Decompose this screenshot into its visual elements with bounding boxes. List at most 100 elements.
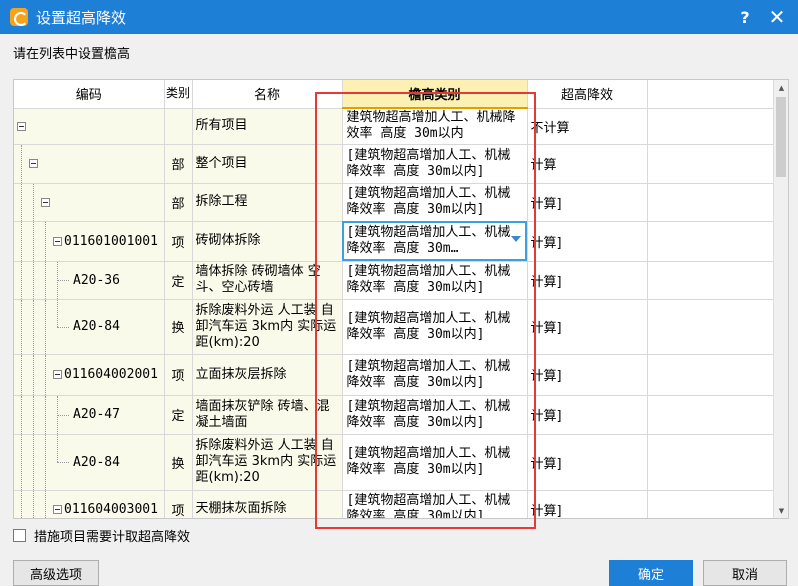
table-row[interactable]: 部 拆除工程 [建筑物超高增加人工、机械降效率 高度 30m以内] 计算]	[14, 183, 774, 222]
tree-line	[57, 280, 69, 281]
row-type-cell[interactable]: 项	[164, 490, 193, 518]
table-row[interactable]: 所有项目 建筑物超高增加人工、机械降效率 高度 30m以内 不计算	[14, 108, 774, 145]
scroll-up-icon[interactable]: ▲	[774, 80, 788, 95]
row-code-cell[interactable]	[14, 144, 165, 184]
row-blank-cell	[647, 434, 774, 491]
row-name-cell[interactable]: 拆除工程	[192, 183, 343, 222]
row-code-cell[interactable]: 011604003001	[14, 490, 165, 518]
row-blank-cell	[647, 299, 774, 355]
tree-line	[45, 434, 46, 489]
row-code-cell[interactable]: A20-36	[14, 261, 165, 300]
row-code-cell[interactable]: A20-84	[14, 434, 165, 491]
col-header-effect[interactable]: 超高降效	[527, 80, 648, 109]
table-row[interactable]: 011601001001 项 砖砌体拆除 [建筑物超高增加人工、机械降效率 高度…	[14, 221, 774, 262]
row-effect-cell[interactable]: 计算]	[527, 395, 648, 435]
help-button[interactable]: ?	[730, 0, 760, 34]
row-type-cell[interactable]: 换	[164, 434, 193, 491]
row-effect-cell[interactable]: 计算]	[527, 221, 648, 262]
measure-items-option[interactable]: 措施项目需要计取超高降效	[13, 526, 190, 545]
tree-line	[21, 261, 22, 298]
tree-line	[45, 354, 46, 394]
row-type-cell[interactable]: 定	[164, 261, 193, 300]
row-effect-cell[interactable]: 不计算	[527, 108, 648, 145]
tree-line	[45, 221, 46, 260]
table-row[interactable]: 011604003001 项 天棚抹灰面拆除 [建筑物超高增加人工、机械降效率 …	[14, 490, 774, 518]
tree-line	[21, 183, 22, 220]
row-type-cell[interactable]: 部	[164, 183, 193, 222]
collapse-toggle-icon[interactable]	[17, 121, 26, 131]
row-code-cell[interactable]: A20-47	[14, 395, 165, 435]
table-row[interactable]: A20-36 定 墙体拆除 砖砌墙体 空斗、空心砖墙 [建筑物超高增加人工、机械…	[14, 261, 774, 300]
row-name-cell[interactable]: 天棚抹灰面拆除	[192, 490, 343, 518]
table-row[interactable]: A20-84 换 拆除废料外运 人工装 自卸汽车运 3km内 实际运距(km):…	[14, 434, 774, 491]
row-name-cell[interactable]: 所有项目	[192, 108, 343, 145]
row-type-cell[interactable]: 项	[164, 221, 193, 262]
row-type-cell[interactable]	[164, 108, 193, 145]
tree-line	[45, 490, 46, 518]
row-type-cell[interactable]: 项	[164, 354, 193, 396]
row-code-cell[interactable]: A20-84	[14, 299, 165, 355]
row-code-cell[interactable]	[14, 108, 165, 145]
row-name-cell[interactable]: 整个项目	[192, 144, 343, 184]
row-category-cell[interactable]: [建筑物超高增加人工、机械降效率 高度 30m以内]	[342, 490, 528, 518]
eaves-height-grid: 编码 类别 名称 檐高类别 超高降效 所有项目 建筑物超高增加人工、机械降效率 …	[13, 79, 789, 519]
row-effect-cell[interactable]: 计算]	[527, 261, 648, 300]
table-row[interactable]: A20-84 换 拆除废料外运 人工装 自卸汽车运 3km内 实际运距(km):…	[14, 299, 774, 355]
collapse-toggle-icon[interactable]	[53, 370, 62, 379]
measure-items-checkbox[interactable]	[13, 529, 26, 542]
col-header-name[interactable]: 名称	[192, 80, 343, 109]
row-type-cell[interactable]: 部	[164, 144, 193, 184]
collapse-toggle-icon[interactable]	[29, 159, 38, 168]
table-row[interactable]: 011604002001 项 立面抹灰层拆除 [建筑物超高增加人工、机械降效率 …	[14, 354, 774, 396]
row-type-cell[interactable]: 定	[164, 395, 193, 435]
row-code-cell[interactable]: 011604002001	[14, 354, 165, 396]
row-name-cell[interactable]: 墙体拆除 砖砌墙体 空斗、空心砖墙	[192, 261, 343, 300]
table-row[interactable]: A20-47 定 墙面抹灰铲除 砖墙、混凝土墙面 [建筑物超高增加人工、机械降效…	[14, 395, 774, 435]
collapse-toggle-icon[interactable]	[41, 197, 50, 207]
row-effect-cell[interactable]: 计算]	[527, 183, 648, 222]
row-effect-cell[interactable]: 计算]	[527, 354, 648, 396]
col-header-category[interactable]: 檐高类别	[342, 80, 528, 109]
tree-line	[33, 395, 34, 433]
tree-line	[21, 354, 22, 394]
row-effect-cell[interactable]: 计算]	[527, 434, 648, 491]
row-category-cell[interactable]: [建筑物超高增加人工、机械降效率 高度 30m以内]	[342, 261, 528, 300]
row-blank-cell	[647, 183, 774, 222]
advanced-options-button[interactable]: 高级选项	[13, 560, 99, 586]
row-blank-cell	[647, 108, 774, 145]
row-code-cell[interactable]	[14, 183, 165, 222]
row-name-cell[interactable]: 拆除废料外运 人工装 自卸汽车运 3km内 实际运距(km):20	[192, 299, 343, 355]
row-category-cell[interactable]: 建筑物超高增加人工、机械降效率 高度 30m以内	[342, 108, 528, 145]
row-name-cell[interactable]: 立面抹灰层拆除	[192, 354, 343, 396]
scroll-down-icon[interactable]: ▼	[774, 503, 788, 518]
scroll-thumb[interactable]	[776, 97, 786, 177]
row-effect-cell[interactable]: 计算	[527, 144, 648, 184]
row-category-cell[interactable]: [建筑物超高增加人工、机械降效率 高度 30m以内]	[342, 299, 528, 355]
row-type-cell[interactable]: 换	[164, 299, 193, 355]
row-effect-cell[interactable]: 计算]	[527, 490, 648, 518]
row-name-cell[interactable]: 墙面抹灰铲除 砖墙、混凝土墙面	[192, 395, 343, 435]
col-header-code[interactable]: 编码	[14, 80, 165, 109]
vertical-scrollbar[interactable]: ▲ ▼	[773, 80, 788, 518]
row-category-cell[interactable]: [建筑物超高增加人工、机械降效率 高度 30m以内]	[342, 183, 528, 222]
row-category-cell[interactable]: [建筑物超高增加人工、机械降效率 高度 30m以内]	[342, 144, 528, 184]
tree-line	[33, 354, 34, 394]
row-category-cell[interactable]: [建筑物超高增加人工、机械降效率 高度 30m以内]	[342, 434, 528, 491]
chevron-down-icon[interactable]	[510, 235, 521, 242]
table-row[interactable]: 部 整个项目 [建筑物超高增加人工、机械降效率 高度 30m以内] 计算	[14, 144, 774, 184]
collapse-toggle-icon[interactable]	[53, 236, 62, 246]
row-effect-cell[interactable]: 计算]	[527, 299, 648, 355]
row-code-cell[interactable]: 011601001001	[14, 221, 165, 262]
col-header-type[interactable]: 类别	[164, 80, 193, 109]
ok-button[interactable]: 确定	[609, 560, 693, 586]
row-name-cell[interactable]: 砖砌体拆除	[192, 221, 343, 262]
row-category-cell[interactable]: [建筑物超高增加人工、机械降效率 高度 30m以内]	[342, 354, 528, 396]
tree-line	[21, 395, 22, 433]
collapse-toggle-icon[interactable]	[53, 504, 62, 514]
row-name-cell[interactable]: 拆除废料外运 人工装 自卸汽车运 3km内 实际运距(km):20	[192, 434, 343, 491]
cancel-button[interactable]: 取消	[703, 560, 787, 586]
category-dropdown[interactable]: [建筑物超高增加人工、机械降效率 高度 30m…	[342, 221, 528, 262]
tree-line	[33, 183, 34, 220]
row-category-cell[interactable]: [建筑物超高增加人工、机械降效率 高度 30m以内]	[342, 395, 528, 435]
close-button[interactable]: ✕	[762, 0, 792, 34]
